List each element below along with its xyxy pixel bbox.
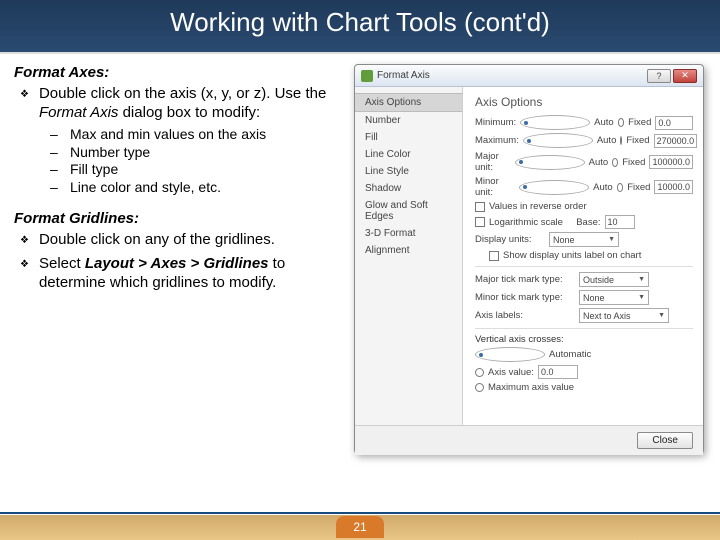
crosses-head: Vertical axis crosses: xyxy=(475,334,693,345)
radio-fixed[interactable] xyxy=(617,183,624,192)
axis-labels-select[interactable]: Next to Axis▼ xyxy=(579,308,669,323)
page-number: 21 xyxy=(353,520,366,534)
section-head-format-axes: Format Axes: xyxy=(14,64,346,83)
dash-icon: – xyxy=(50,144,60,162)
sidebar-item-shadow[interactable]: Shadow xyxy=(355,180,462,197)
dash-icon: – xyxy=(50,179,60,197)
sidebar-item-number[interactable]: Number xyxy=(355,112,462,129)
display-units-select[interactable]: None▼ xyxy=(549,232,619,247)
sidebar-item-alignment[interactable]: Alignment xyxy=(355,242,462,259)
radio-cross-auto[interactable] xyxy=(475,347,545,362)
slide-title: Working with Chart Tools (cont'd) xyxy=(170,7,550,38)
dialog-title: Format Axis xyxy=(377,70,647,81)
row-show-units: Show display units label on chart xyxy=(475,250,693,261)
row-reverse: Values in reverse order xyxy=(475,201,693,212)
radio-cross-max[interactable] xyxy=(475,383,484,392)
bullet-format-axes: ❖ Double click on the axis (x, y, or z).… xyxy=(14,85,346,123)
row-cross-value: Axis value:0.0 xyxy=(475,365,693,379)
maximum-field[interactable]: 270000.0 xyxy=(654,134,698,148)
sidebar-item-glow[interactable]: Glow and Soft Edges xyxy=(355,197,462,225)
diamond-bullet-icon: ❖ xyxy=(20,255,29,293)
row-major-unit: Major unit: Auto Fixed 100000.0 xyxy=(475,151,693,173)
sub-item: Max and min values on the axis xyxy=(70,126,266,144)
page-number-badge: 21 xyxy=(336,516,384,538)
major-unit-field[interactable]: 100000.0 xyxy=(649,155,693,169)
minor-tick-select[interactable]: None▼ xyxy=(579,290,649,305)
checkbox-show-units[interactable] xyxy=(489,251,499,261)
bullet-text: Select Layout > Axes > Gridlines to dete… xyxy=(39,255,346,293)
minor-unit-field[interactable]: 10000.0 xyxy=(654,180,693,194)
panel-heading: Axis Options xyxy=(475,95,693,109)
sidebar-item-line-style[interactable]: Line Style xyxy=(355,163,462,180)
dialog-sidebar: Axis Options Number Fill Line Color Line… xyxy=(355,87,463,425)
minimum-field[interactable]: 0.0 xyxy=(655,116,693,130)
row-log: Logarithmic scale Base:10 xyxy=(475,215,693,229)
checkbox-log[interactable] xyxy=(475,217,485,227)
sub-bullets: –Max and min values on the axis –Number … xyxy=(14,126,346,196)
sidebar-item-axis-options[interactable]: Axis Options xyxy=(355,93,462,112)
text-content: Format Axes: ❖ Double click on the axis … xyxy=(14,64,346,454)
diamond-bullet-icon: ❖ xyxy=(20,231,29,251)
radio-auto[interactable] xyxy=(515,155,585,170)
radio-fixed[interactable] xyxy=(618,118,624,127)
window-icon xyxy=(361,70,373,82)
bullet-text: Double click on any of the gridlines. xyxy=(39,231,275,251)
sidebar-item-fill[interactable]: Fill xyxy=(355,129,462,146)
row-minor-tick: Minor tick mark type:None▼ xyxy=(475,290,693,305)
diamond-bullet-icon: ❖ xyxy=(20,85,29,123)
format-axis-dialog: Format Axis ? ✕ Axis Options Number Fill… xyxy=(354,64,704,454)
major-tick-select[interactable]: Outside▼ xyxy=(579,272,649,287)
row-display-units: Display units:None▼ xyxy=(475,232,693,247)
row-axis-labels: Axis labels:Next to Axis▼ xyxy=(475,308,693,323)
chevron-down-icon: ▼ xyxy=(658,312,665,319)
dash-icon: – xyxy=(50,126,60,144)
row-cross-max: Maximum axis value xyxy=(475,382,693,393)
radio-auto[interactable] xyxy=(519,180,589,195)
dialog-titlebar[interactable]: Format Axis ? ✕ xyxy=(355,65,703,87)
row-cross-auto: Automatic xyxy=(475,347,693,362)
radio-fixed[interactable] xyxy=(620,136,622,145)
row-minimum: Minimum: Auto Fixed 0.0 xyxy=(475,115,693,130)
sub-item: Line color and style, etc. xyxy=(70,179,221,197)
chevron-down-icon: ▼ xyxy=(608,236,615,243)
dialog-footer: Close xyxy=(355,425,703,455)
close-button[interactable]: Close xyxy=(637,432,693,449)
row-major-tick: Major tick mark type:Outside▼ xyxy=(475,272,693,287)
bullet-gridlines-2: ❖ Select Layout > Axes > Gridlines to de… xyxy=(14,255,346,293)
bullet-gridlines-1: ❖ Double click on any of the gridlines. xyxy=(14,231,346,251)
sub-item: Number type xyxy=(70,144,150,162)
section-head-format-gridlines: Format Gridlines: xyxy=(14,210,346,229)
slide-footer: 21 xyxy=(0,504,720,540)
radio-auto[interactable] xyxy=(523,133,593,148)
close-icon[interactable]: ✕ xyxy=(673,69,697,83)
radio-cross-value[interactable] xyxy=(475,368,484,377)
sub-item: Fill type xyxy=(70,161,118,179)
sidebar-item-line-color[interactable]: Line Color xyxy=(355,146,462,163)
chevron-down-icon: ▼ xyxy=(638,294,645,301)
cross-value-field[interactable]: 0.0 xyxy=(538,365,578,379)
slide-title-bar: Working with Chart Tools (cont'd) xyxy=(0,0,720,54)
radio-fixed[interactable] xyxy=(612,158,618,167)
chevron-down-icon: ▼ xyxy=(638,276,645,283)
bullet-text: Double click on the axis (x, y, or z). U… xyxy=(39,85,346,123)
radio-auto[interactable] xyxy=(520,115,590,130)
row-minor-unit: Minor unit: Auto Fixed 10000.0 xyxy=(475,176,693,198)
dialog-main-panel: Axis Options Minimum: Auto Fixed 0.0 Max… xyxy=(463,87,703,425)
row-maximum: Maximum: Auto Fixed 270000.0 xyxy=(475,133,693,148)
sidebar-item-3d[interactable]: 3-D Format xyxy=(355,225,462,242)
dash-icon: – xyxy=(50,161,60,179)
log-base-field[interactable]: 10 xyxy=(605,215,635,229)
help-button[interactable]: ? xyxy=(647,69,671,83)
checkbox-reverse[interactable] xyxy=(475,202,485,212)
